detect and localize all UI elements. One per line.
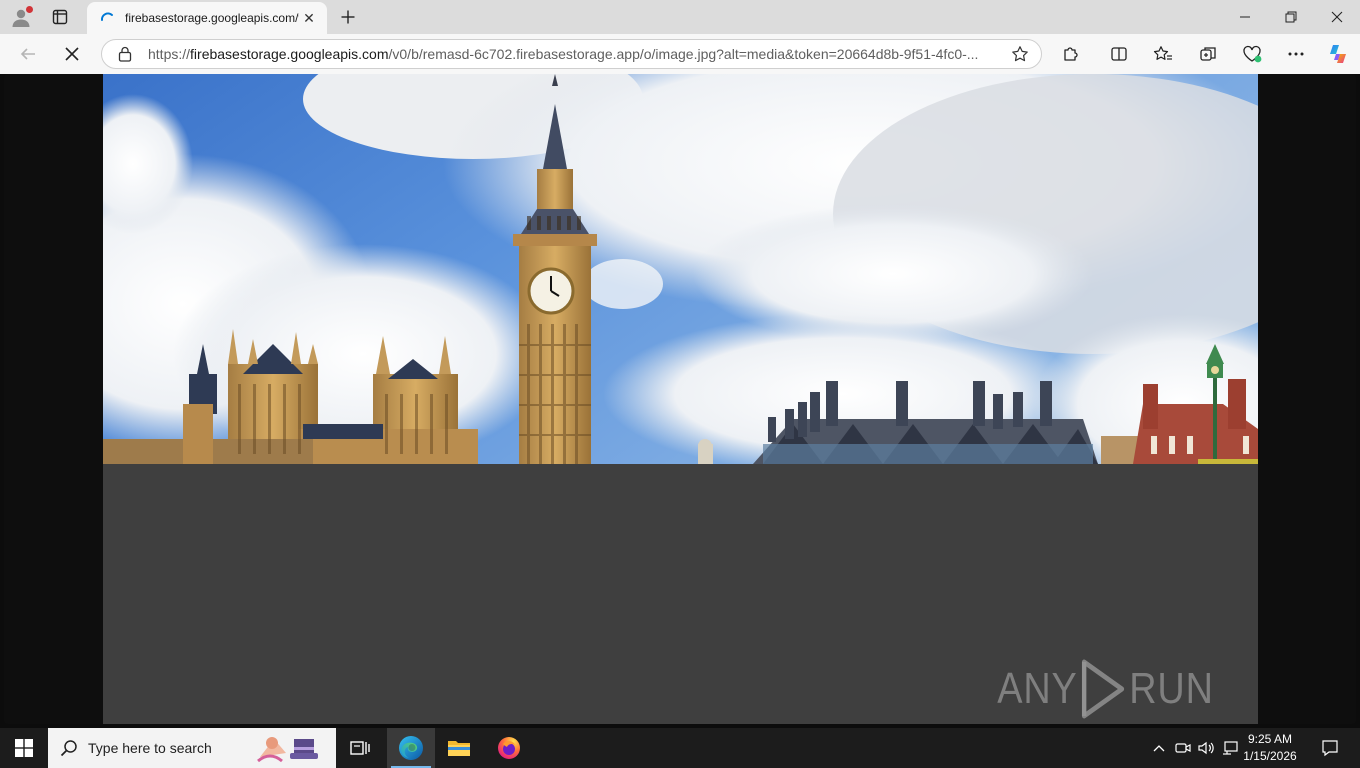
- more-dots-icon: [1288, 52, 1304, 56]
- close-window-button[interactable]: [1314, 0, 1360, 34]
- volume-tray-button[interactable]: [1196, 728, 1218, 768]
- search-highlight-illustration-icon: [257, 737, 318, 763]
- settings-more-button[interactable]: [1280, 38, 1312, 70]
- watermark-run-text: RUN: [1129, 664, 1214, 713]
- edge-browser-icon: [399, 736, 423, 760]
- page-viewport: ANY RUN: [4, 74, 1356, 724]
- url-scheme: https://: [148, 46, 191, 62]
- taskbar-clock[interactable]: 9:25 AM 1/15/2026: [1238, 731, 1302, 765]
- tab-strip: firebasestorage.googleapis.com/v0/b/rema…: [0, 0, 1360, 34]
- taskbar-file-explorer-button[interactable]: [435, 728, 483, 768]
- tab-close-button[interactable]: ✕: [299, 8, 319, 28]
- task-view-button[interactable]: [336, 728, 384, 768]
- show-hidden-icons-button[interactable]: [1148, 728, 1170, 768]
- address-bar[interactable]: https://firebasestorage.googleapis.com/v…: [101, 39, 1042, 69]
- browser-toolbar: https://firebasestorage.googleapis.com/v…: [0, 34, 1360, 74]
- start-button[interactable]: [0, 728, 48, 768]
- favorite-star-button[interactable]: [1005, 40, 1035, 68]
- tab-actions-button[interactable]: [46, 5, 74, 29]
- loading-spinner-icon: [101, 12, 113, 21]
- minimize-button[interactable]: [1222, 0, 1268, 34]
- notification-center-button[interactable]: [1310, 728, 1350, 768]
- tab-title: firebasestorage.googleapis.com/v0/b/rema…: [125, 11, 299, 25]
- task-view-icon: [350, 741, 370, 755]
- site-info-lock-icon[interactable]: [116, 45, 134, 63]
- search-icon: [60, 740, 77, 757]
- close-icon: [1331, 11, 1343, 23]
- url-host: firebasestorage.googleapis.com: [190, 46, 389, 62]
- chevron-up-icon: [1153, 745, 1165, 752]
- photo-big-ben-westminster-icon: [103, 74, 1258, 464]
- url-path: /v0/b/remasd-6c702.firebasestorage.app/o…: [388, 46, 979, 62]
- favorites-star-list-icon: [1153, 46, 1172, 60]
- play-logo-icon: [1082, 659, 1125, 719]
- restore-icon: [1285, 11, 1297, 23]
- windows-taskbar: Type here to search 9:25 AM 1/15/2026: [0, 728, 1360, 768]
- extensions-button[interactable]: [1055, 38, 1087, 70]
- taskbar-firefox-button[interactable]: [485, 728, 533, 768]
- clock-date: 1/15/2026: [1243, 749, 1297, 763]
- copilot-button[interactable]: [1322, 38, 1354, 70]
- restore-button[interactable]: [1268, 0, 1314, 34]
- image-viewer: ANY RUN: [103, 74, 1258, 724]
- notification-speech-bubble-icon: [1322, 740, 1338, 757]
- back-arrow-icon: [20, 48, 35, 60]
- star-icon: [1012, 46, 1028, 62]
- taskbar-search-box[interactable]: Type here to search: [48, 728, 336, 768]
- meet-now-tray-button[interactable]: [1172, 728, 1194, 768]
- folder-icon: [448, 741, 470, 756]
- stop-loading-button[interactable]: [56, 38, 88, 70]
- back-button[interactable]: [12, 38, 44, 70]
- new-tab-button[interactable]: [336, 5, 360, 29]
- taskbar-edge-button[interactable]: [387, 728, 435, 768]
- browser-essentials-button[interactable]: [1236, 38, 1268, 70]
- windows-logo-icon: [15, 739, 33, 757]
- split-screen-button[interactable]: [1103, 38, 1135, 70]
- puzzle-icon: [1064, 47, 1078, 61]
- favorites-button[interactable]: [1147, 38, 1179, 70]
- search-placeholder: Type here to search: [88, 740, 212, 756]
- network-monitor-icon: [1223, 741, 1238, 755]
- notification-dot: [26, 6, 33, 13]
- stop-x-icon: [65, 47, 79, 61]
- split-screen-icon: [1111, 47, 1127, 61]
- browser-tab-active[interactable]: firebasestorage.googleapis.com/v0/b/rema…: [87, 2, 327, 34]
- firefox-icon: [498, 737, 520, 759]
- heartbeat-icon: [1243, 45, 1262, 63]
- copilot-icon: [1330, 45, 1346, 63]
- clock-time: 9:25 AM: [1247, 732, 1293, 746]
- profile-button[interactable]: [8, 5, 34, 29]
- collections-button[interactable]: [1192, 38, 1224, 70]
- plus-icon: [341, 10, 355, 24]
- watermark-any-text: ANY: [997, 664, 1078, 713]
- photo-big-ben[interactable]: [103, 74, 1258, 464]
- tab-actions-icon: [52, 9, 68, 25]
- anyrun-watermark: ANY RUN: [997, 658, 1214, 720]
- minimize-icon: [1240, 16, 1250, 18]
- camera-tray-icon: [1175, 743, 1191, 753]
- url-text[interactable]: https://firebasestorage.googleapis.com/v…: [148, 46, 1005, 62]
- collections-icon: [1200, 47, 1216, 61]
- speaker-icon: [1198, 741, 1214, 755]
